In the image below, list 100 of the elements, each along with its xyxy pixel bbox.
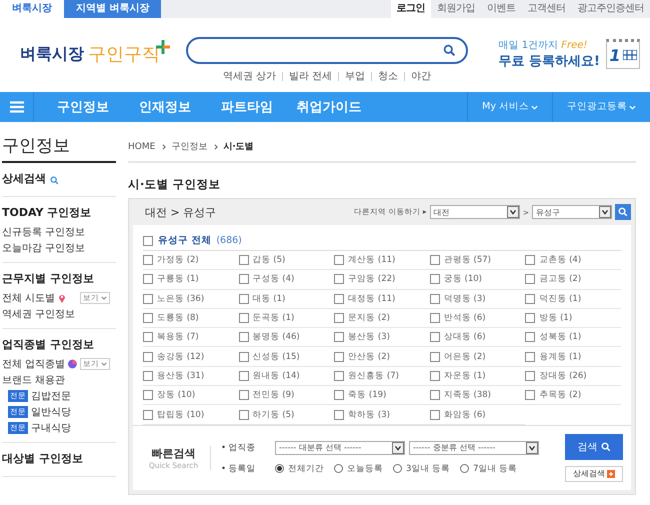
checkbox[interactable] (143, 390, 153, 400)
site-tab[interactable]: 벼룩시장 (0, 0, 64, 18)
checkbox[interactable] (525, 274, 536, 284)
checkbox[interactable] (525, 370, 536, 381)
district-label: 가정동 (2) (157, 254, 199, 266)
checkbox[interactable] (430, 294, 440, 304)
checkbox[interactable] (143, 236, 153, 246)
checkbox[interactable] (334, 332, 344, 342)
sidebar-link[interactable]: 신규등록 구인정보 (2, 225, 116, 239)
sidebar-link[interactable]: 일반식당 (31, 405, 71, 419)
checkbox[interactable] (334, 352, 344, 362)
checkbox[interactable] (430, 390, 440, 400)
checkbox[interactable] (525, 352, 536, 362)
checkbox[interactable] (238, 370, 249, 381)
search-icon (443, 44, 456, 57)
radio-button[interactable] (460, 464, 470, 474)
checkbox[interactable] (525, 332, 536, 342)
checkbox[interactable] (238, 410, 249, 420)
checkbox[interactable] (430, 352, 440, 362)
city-select[interactable]: 대전 (430, 205, 520, 219)
district-label: 교촌동 (4) (539, 254, 582, 266)
checkbox[interactable] (525, 255, 536, 266)
detail-search-button[interactable]: 상세검색 (565, 466, 623, 482)
search-button[interactable]: 검색 (565, 434, 623, 460)
quick-search-title: 빠른검색 (152, 446, 196, 461)
major-category-select[interactable]: ------ 대분류 선택 ------ (275, 440, 405, 455)
breadcrumb-link[interactable]: 시·도별 (223, 140, 254, 153)
breadcrumb-link[interactable]: HOME (128, 142, 156, 152)
search-field[interactable] (186, 37, 468, 64)
top-link[interactable]: 회원가입 (431, 0, 481, 18)
checkbox[interactable] (334, 313, 344, 324)
sidebar-link[interactable]: 오늘마감 구인정보 (2, 241, 116, 255)
checkbox[interactable] (238, 294, 249, 304)
checkbox[interactable] (143, 274, 153, 284)
checkbox[interactable] (238, 274, 249, 284)
checkbox[interactable] (525, 313, 536, 324)
checkbox[interactable] (143, 294, 153, 304)
top-link[interactable]: 고객센터 (522, 0, 572, 18)
top-link[interactable]: 광고주인증센터 (572, 0, 650, 18)
district-label: 하기동 (5) (252, 408, 294, 421)
checkbox[interactable] (238, 352, 249, 362)
checkbox[interactable] (238, 332, 249, 342)
checkbox[interactable] (143, 410, 153, 420)
section-heading: 시·도별 구인정보 (128, 177, 222, 192)
district-label: 송강동 (12) (157, 350, 204, 363)
checkbox[interactable] (143, 370, 153, 381)
district-label: 관평동 (57) (444, 254, 491, 266)
checkbox[interactable] (334, 410, 344, 420)
keyword-link[interactable]: 역세권 상가 (222, 69, 276, 83)
checkbox[interactable] (334, 370, 344, 381)
checkbox[interactable] (238, 390, 249, 400)
caret-icon (526, 442, 538, 454)
chevron-icon (629, 104, 636, 110)
checkbox[interactable] (430, 370, 440, 381)
checkbox[interactable] (238, 313, 249, 324)
chevron-icon (101, 295, 107, 301)
radio-button[interactable] (275, 464, 284, 474)
district-select[interactable]: 유성구 (532, 205, 612, 219)
minor-category-select[interactable]: ------ 중분류 선택 ------ (409, 440, 539, 455)
checkbox[interactable] (334, 390, 344, 400)
sidebar-link[interactable]: 전체 시도별 (2, 291, 56, 305)
checkbox[interactable] (143, 255, 153, 266)
checkbox[interactable] (334, 255, 344, 266)
sidebar-link[interactable]: 브랜드 채용관 (2, 373, 116, 387)
radio-button[interactable] (334, 464, 343, 474)
checkbox[interactable] (143, 332, 153, 342)
checkbox[interactable] (238, 255, 249, 266)
sidebar-link[interactable]: 역세권 구인정보 (2, 307, 116, 321)
checkbox[interactable] (430, 332, 440, 342)
checkbox[interactable] (430, 313, 440, 324)
district-label: 노은동 (36) (157, 292, 204, 305)
sidebar-link[interactable]: 전체 업직종별 (2, 357, 66, 371)
keyword-link[interactable]: 빌라 전세 (289, 69, 332, 83)
checkbox[interactable] (143, 313, 153, 324)
keyword-link[interactable]: 야간 (411, 69, 432, 83)
detail-search-link[interactable]: 상세검색 (2, 171, 46, 186)
radio-button[interactable] (393, 464, 402, 474)
sidebar-link[interactable]: 구내식당 (31, 421, 71, 435)
checkbox[interactable] (525, 390, 536, 400)
keyword-link[interactable]: 부업 (345, 69, 366, 83)
keyword-link[interactable]: 청소 (378, 69, 398, 83)
search-button[interactable] (615, 204, 631, 220)
district-label: 봉산동 (3) (348, 331, 390, 344)
promo-headline: 무료 등록하세요! (498, 53, 600, 70)
checkbox[interactable] (430, 410, 440, 420)
checkbox[interactable] (143, 352, 153, 362)
district-label: 전민동 (9) (252, 389, 294, 402)
top-link[interactable]: 로그인 (390, 0, 431, 18)
checkbox[interactable] (334, 294, 344, 304)
site-tab[interactable]: 지역별 벼룩시장 (64, 0, 162, 18)
field-label: • 업직종 (221, 442, 257, 454)
checkbox[interactable] (334, 274, 344, 284)
breadcrumb-link[interactable]: 구인정보 (171, 140, 208, 153)
top-link[interactable]: 이벤트 (481, 0, 522, 18)
checkbox[interactable] (430, 274, 440, 284)
district-label: 복용동 (7) (157, 331, 199, 344)
checkbox[interactable] (525, 294, 536, 304)
checkbox[interactable] (430, 255, 440, 266)
district-label: 덕명동 (3) (444, 292, 486, 305)
sidebar-link[interactable]: 김밥전문 (31, 389, 71, 403)
